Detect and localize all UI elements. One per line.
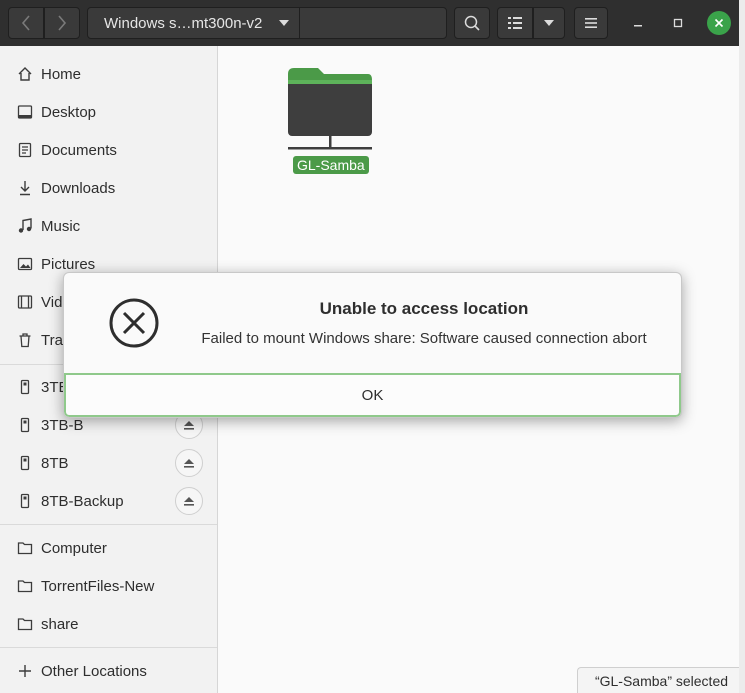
trash-icon <box>16 331 34 349</box>
sidebar-item-documents[interactable]: Documents <box>0 132 217 168</box>
pictures-icon <box>16 255 34 273</box>
path-segment[interactable]: Windows s…mt300n-v2 <box>88 8 300 38</box>
sidebar-item-label: Music <box>41 217 81 235</box>
sidebar-item-home[interactable]: Home <box>0 56 217 92</box>
sidebar-item-label: Vid <box>41 293 63 311</box>
maximize-icon <box>673 18 683 28</box>
main-menu-button[interactable] <box>574 7 608 39</box>
eject-icon <box>184 497 194 506</box>
sidebar-item-label: Home <box>41 65 82 83</box>
sidebar-item-label: share <box>41 615 79 633</box>
sidebar-item-label: 8TB <box>41 454 69 472</box>
chevron-left-icon <box>21 15 30 31</box>
forward-button[interactable] <box>44 7 80 39</box>
chevron-right-icon <box>58 15 67 31</box>
sidebar-item-desktop[interactable]: Desktop <box>0 94 217 130</box>
folder-icon <box>16 615 34 633</box>
usb-drive-icon <box>16 378 34 396</box>
usb-drive-icon <box>16 454 34 472</box>
sidebar-item-torrentfiles-new[interactable]: TorrentFiles-New <box>0 568 217 604</box>
videos-icon <box>16 293 34 311</box>
error-dialog: Unable to access location Failed to moun… <box>63 272 682 418</box>
sidebar-item-label: Documents <box>41 141 117 159</box>
close-window-button[interactable] <box>707 11 731 35</box>
eject-icon <box>184 421 194 430</box>
path-label: Windows s…mt300n-v2 <box>104 14 263 32</box>
dialog-message: Failed to mount Windows share: Software … <box>201 330 647 347</box>
chevron-down-icon <box>279 20 289 26</box>
sidebar-item-label: Downloads <box>41 179 116 197</box>
sidebar-item-label: 3TB-B <box>41 416 84 434</box>
window-edge <box>739 0 745 693</box>
downloads-icon <box>16 179 34 197</box>
sidebar-item-share[interactable]: share <box>0 606 217 642</box>
file-manager-window: Windows s…mt300n-v2 Home Desktop Documen… <box>0 0 745 693</box>
view-mode-button[interactable] <box>497 7 533 39</box>
minimize-button[interactable] <box>626 11 650 35</box>
eject-button[interactable] <box>175 487 203 515</box>
sidebar-separator <box>0 524 217 525</box>
sidebar-item-label: TorrentFiles-New <box>41 577 155 595</box>
network-folder-icon <box>288 68 372 150</box>
sidebar-item-8tb[interactable]: 8TB <box>0 445 217 481</box>
close-icon <box>714 18 724 28</box>
usb-drive-icon <box>16 492 34 510</box>
sidebar-item-label: Other Locations <box>41 662 147 680</box>
ok-button[interactable]: OK <box>64 373 681 417</box>
usb-drive-icon <box>16 416 34 434</box>
search-icon <box>464 15 480 31</box>
sidebar-item-label: Desktop <box>41 103 97 121</box>
hamburger-menu-icon <box>585 18 597 28</box>
folder-icon <box>16 577 34 595</box>
list-view-icon <box>508 17 522 29</box>
error-icon <box>109 298 159 348</box>
back-button[interactable] <box>8 7 44 39</box>
chevron-down-icon <box>544 20 554 26</box>
sidebar-item-label: Computer <box>41 539 107 557</box>
documents-icon <box>16 141 34 159</box>
minimize-icon <box>634 25 642 27</box>
path-bar: Windows s…mt300n-v2 <box>87 7 447 39</box>
eject-button[interactable] <box>175 449 203 477</box>
sidebar-item-label: Pictures <box>41 255 96 273</box>
desktop-icon <box>16 103 34 121</box>
search-button[interactable] <box>454 7 490 39</box>
file-item-gl-samba[interactable]: GL-Samba <box>286 66 376 176</box>
header-bar: Windows s…mt300n-v2 <box>0 0 745 46</box>
maximize-button[interactable] <box>666 11 690 35</box>
status-text: “GL-Samba” selected <box>594 672 729 689</box>
dialog-title: Unable to access location <box>319 299 529 318</box>
plus-icon <box>16 662 34 680</box>
sidebar-item-label: Tra <box>41 331 63 349</box>
music-icon <box>16 217 34 235</box>
sidebar-item-8tb-backup[interactable]: 8TB-Backup <box>0 483 217 519</box>
sidebar-separator <box>0 647 217 648</box>
sidebar-item-computer[interactable]: Computer <box>0 530 217 566</box>
eject-icon <box>184 459 194 468</box>
sidebar-item-music[interactable]: Music <box>0 208 217 244</box>
folder-icon <box>16 539 34 557</box>
sidebar-item-downloads[interactable]: Downloads <box>0 170 217 206</box>
view-options-button[interactable] <box>533 7 565 39</box>
file-item-label: GL-Samba <box>293 156 369 174</box>
sidebar-item-other-locations[interactable]: Other Locations <box>0 653 217 689</box>
sidebar-item-label: 8TB-Backup <box>41 492 124 510</box>
home-icon <box>16 65 34 83</box>
status-bar: “GL-Samba” selected <box>577 667 745 693</box>
